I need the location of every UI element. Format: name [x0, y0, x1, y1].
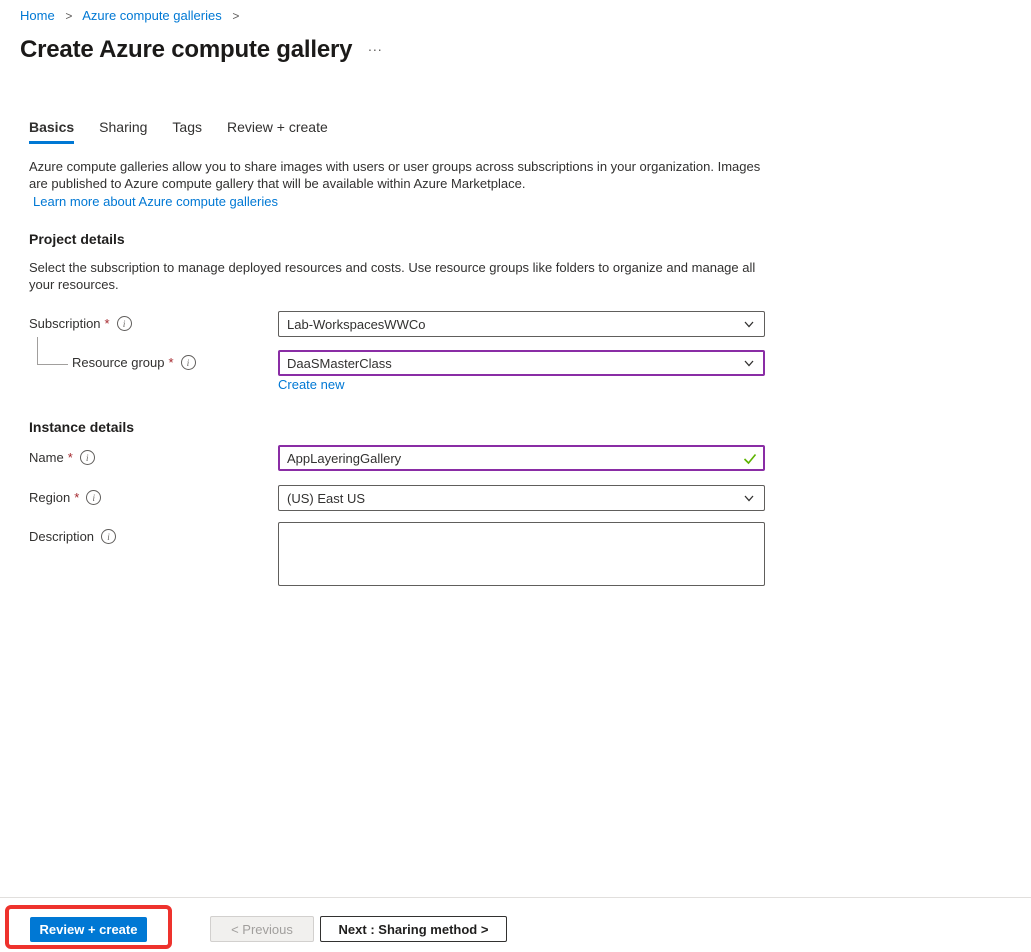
region-label: Region * i — [29, 490, 102, 505]
info-icon[interactable]: i — [180, 355, 196, 370]
subscription-label: Subscription * i — [29, 316, 132, 331]
previous-button[interactable]: < Previous — [210, 916, 314, 942]
info-icon[interactable]: i — [116, 316, 132, 331]
required-asterisk: * — [74, 490, 80, 505]
instance-details-heading: Instance details — [29, 419, 135, 435]
breadcrumb-home-link[interactable]: Home — [20, 8, 55, 23]
chevron-down-icon — [742, 491, 756, 505]
resource-group-dropdown-value: DaaSMasterClass — [287, 355, 392, 371]
breadcrumb: Home > Azure compute galleries > — [20, 8, 246, 23]
info-icon[interactable]: i — [79, 450, 95, 465]
info-icon[interactable]: i — [101, 529, 117, 544]
valid-check-icon — [743, 452, 757, 470]
name-label-text: Name — [29, 450, 64, 465]
resource-group-dropdown[interactable]: DaaSMasterClass — [278, 350, 765, 376]
learn-more-link[interactable]: Learn more about Azure compute galleries — [33, 194, 278, 209]
tab-review-create[interactable]: Review + create — [227, 119, 328, 144]
resource-group-label: Resource group * i — [72, 355, 196, 370]
create-new-link[interactable]: Create new — [278, 377, 344, 392]
tab-bar: Basics Sharing Tags Review + create — [29, 119, 328, 144]
breadcrumb-galleries-link[interactable]: Azure compute galleries — [82, 8, 221, 23]
tab-basics[interactable]: Basics — [29, 119, 75, 144]
region-dropdown-value: (US) East US — [287, 490, 366, 506]
more-options-button[interactable]: ... — [368, 38, 383, 54]
chevron-down-icon — [742, 356, 756, 370]
required-asterisk: * — [67, 450, 73, 465]
subscription-label-text: Subscription — [29, 316, 101, 331]
project-details-description: Select the subscription to manage deploy… — [29, 260, 756, 292]
breadcrumb-separator-icon: > — [232, 9, 240, 23]
subscription-dropdown-value: Lab-WorkspacesWWCo — [287, 316, 426, 332]
field-hierarchy-connector — [37, 337, 68, 365]
name-input[interactable] — [278, 445, 765, 471]
description-textarea[interactable] — [278, 522, 765, 586]
tab-sharing[interactable]: Sharing — [99, 119, 147, 144]
next-sharing-method-button[interactable]: Next : Sharing method > — [320, 916, 507, 942]
region-label-text: Region — [29, 490, 71, 505]
required-asterisk: * — [104, 316, 110, 331]
resource-group-label-text: Resource group — [72, 355, 165, 370]
breadcrumb-separator-icon: > — [65, 9, 73, 23]
info-icon[interactable]: i — [86, 490, 102, 505]
chevron-down-icon — [742, 317, 756, 331]
description-label-text: Description — [29, 529, 95, 544]
page-title: Create Azure compute gallery — [20, 36, 353, 63]
tab-tags[interactable]: Tags — [172, 119, 202, 144]
description-label: Description i — [29, 529, 117, 544]
name-field-wrapper — [278, 445, 765, 471]
review-create-button[interactable]: Review + create — [30, 917, 147, 942]
subscription-dropdown[interactable]: Lab-WorkspacesWWCo — [278, 311, 765, 337]
intro-text: Azure compute galleries allow you to sha… — [29, 159, 761, 191]
name-label: Name * i — [29, 450, 95, 465]
required-asterisk: * — [168, 355, 174, 370]
project-details-heading: Project details — [29, 231, 125, 247]
footer-divider — [0, 897, 1031, 898]
region-dropdown[interactable]: (US) East US — [278, 485, 765, 511]
